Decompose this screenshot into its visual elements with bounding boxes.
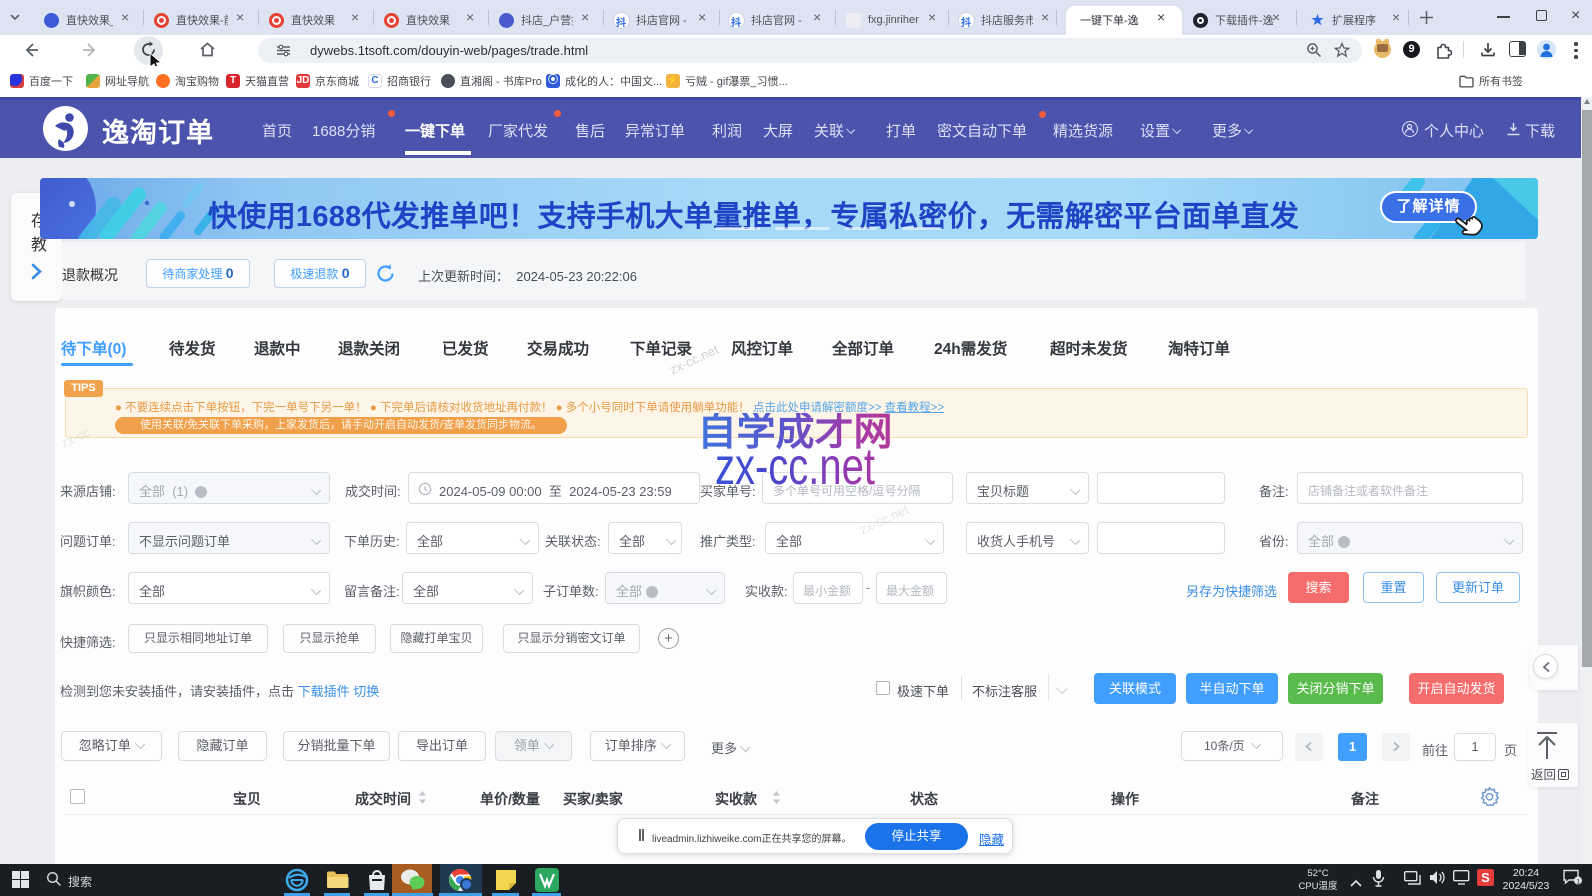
svg-text:1: 1: [1577, 878, 1581, 885]
